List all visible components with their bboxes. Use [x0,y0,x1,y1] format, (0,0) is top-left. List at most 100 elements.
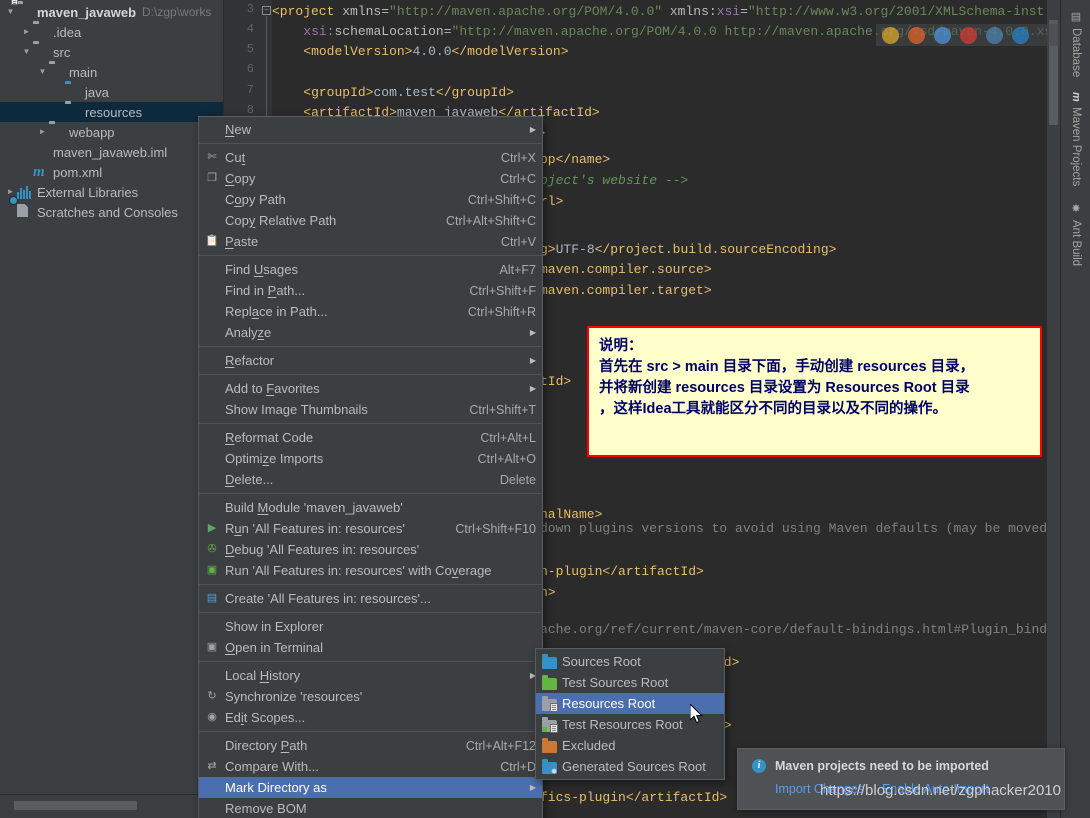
menu-item-shortcut: Ctrl+Shift+T [469,402,536,417]
chevron-down-icon[interactable]: ▼ [20,42,33,62]
tree-row-scratches-and-consoles[interactable]: ▸ Scratches and Consoles [0,196,223,222]
code-line: n-plugin</artifactId> [540,562,704,583]
project-tree-horizontal-scrollbar[interactable] [0,794,224,818]
menu-item-edit-scopes[interactable]: ◉ Edit Scopes... [199,707,542,728]
menu-item-show-in-explorer[interactable]: Show in Explorer [199,616,542,637]
menu-item-label: Build Module 'maven_javaweb' [225,500,403,515]
chevron-right-icon: ▶ [529,384,536,393]
right-tab-ant-build[interactable]: ✸ Ant Build [1061,196,1090,272]
menu-item-delete[interactable]: Delete... Delete [199,469,542,490]
menu-item-add-to-favorites[interactable]: Add to Favorites ▶ [199,378,542,399]
tree-indent-spacer: ▸ [52,82,65,102]
code-token: maven.compiler.source> [540,262,712,277]
menu-item-open-in-terminal[interactable]: ▣ Open in Terminal [199,637,542,658]
chevron-down-icon[interactable]: ▼ [36,62,49,82]
firefox-icon[interactable] [908,26,925,44]
right-tab-database[interactable]: ▤ Database [1061,4,1090,83]
safari-icon[interactable] [934,26,951,44]
tree-row-maven-javaweb[interactable]: ▼ maven_javaweb D:\zgp\works [0,0,223,22]
menu-item-build-module-maven-javaweb[interactable]: Build Module 'maven_javaweb' [199,497,542,518]
menu-item-shortcut: Ctrl+Shift+F [469,283,536,298]
submenu-item-excluded[interactable]: Excluded [536,735,724,756]
menu-item-refactor[interactable]: Refactor ▶ [199,350,542,371]
folder-gray-icon [49,64,65,80]
menu-item-label: Run 'All Features in: resources' with Co… [225,563,492,578]
folder-green-icon [536,675,562,690]
code-token: </project.build.sourceEncoding> [594,242,837,257]
code-token: rl> [540,194,564,209]
tree-row-java[interactable]: ▸ java [0,82,223,102]
right-tool-strip[interactable]: ▤ Database m Maven Projects ✸ Ant Build [1060,0,1090,818]
folder-orange-icon [536,738,562,753]
menu-item-synchronize-resources[interactable]: ↻ Synchronize 'resources' [199,686,542,707]
tree-row-pom-xml[interactable]: ▸m pom.xml [0,162,223,182]
menu-item-run-all-features-in-resources-with-coverage[interactable]: ▣ Run 'All Features in: resources' with C… [199,560,542,581]
code-token: down plugins versions to avoid using Mav… [540,521,1048,536]
menu-item-copy-relative-path[interactable]: Copy Relative Path Ctrl+Alt+Shift+C [199,210,542,231]
menu-item-create-all-features-in-resources[interactable]: ▤ Create 'All Features in: resources'... [199,588,542,609]
submenu-item-test-sources-root[interactable]: Test Sources Root [536,672,724,693]
chevron-right-icon[interactable]: ► [36,122,49,142]
context-menu[interactable]: New ▶ ✄ Cut Ctrl+X ❐ Copy Ctrl+C Copy Path Ctrl+S… [198,116,543,818]
maven-import-notification[interactable]: i Maven projects need to be imported Imp… [737,748,1065,810]
tree-row--idea[interactable]: ► .idea [0,22,223,42]
internet-explorer-icon[interactable] [986,26,1003,44]
chrome-icon[interactable] [882,26,899,44]
folder-generated-icon: ✸ [536,759,562,776]
menu-item-optimize-imports[interactable]: Optimize Imports Ctrl+Alt+O [199,448,542,469]
tree-row-maven-javaweb-iml[interactable]: ▸ maven_javaweb.iml [0,142,223,162]
menu-item-replace-in-path[interactable]: Replace in Path... Ctrl+Shift+R [199,301,542,322]
chevron-right-icon[interactable]: ► [20,22,33,42]
chevron-down-icon[interactable]: ▼ [4,2,17,22]
menu-item-remove-bom[interactable]: Remove BOM [199,798,542,818]
open-in-browser-toolbar[interactable] [876,24,1066,46]
code-token: fics-plugin</artifactId> [540,790,728,805]
folder-gray-icon [65,104,81,120]
menu-item-label: Copy Relative Path [225,213,337,228]
menu-item-cut[interactable]: ✄ Cut Ctrl+X [199,147,542,168]
menu-item-local-history[interactable]: Local History ▶ [199,665,542,686]
fold-collapse-icon[interactable]: − [262,6,271,15]
menu-separator [199,143,542,144]
project-tool-window[interactable]: ▼ maven_javaweb D:\zgp\works ► .idea ▼ src ▼ mai… [0,0,224,794]
menu-item-compare-with[interactable]: ⇄ Compare With... Ctrl+D [199,756,542,777]
submenu-item-sources-root[interactable]: Sources Root [536,651,724,672]
menu-item-paste[interactable]: 📋 Paste Ctrl+V [199,231,542,252]
edge-icon[interactable] [1012,26,1029,44]
code-line: ache.org/ref/current/maven-core/default-… [540,620,1060,641]
tree-row-external-libraries[interactable]: ► External Libraries [0,182,223,202]
tree-row-webapp[interactable]: ► webapp [0,122,223,142]
tree-row-main[interactable]: ▼ main [0,62,223,82]
menu-item-mark-directory-as[interactable]: Mark Directory as ▶ [199,777,542,798]
menu-item-label: Analyze [225,325,272,340]
menu-separator [199,584,542,585]
code-line: <project xmlns="http://maven.apache.org/… [272,2,1044,23]
menu-item-debug-all-features-in-resources[interactable]: ✇ Debug 'All Features in: resources' [199,539,542,560]
menu-item-label: Edit Scopes... [225,710,306,725]
submenu-item-label: Sources Root [562,654,641,669]
scrollbar-thumb[interactable] [14,801,137,810]
tree-item-label: maven_javaweb [37,4,137,20]
right-tab-maven-projects[interactable]: m Maven Projects [1061,86,1090,192]
menu-item-copy[interactable]: ❐ Copy Ctrl+C [199,168,542,189]
mouse-cursor [690,704,703,724]
opera-icon[interactable] [960,26,977,44]
menu-item-find-in-path[interactable]: Find in Path... Ctrl+Shift+F [199,280,542,301]
submenu-item-generated-sources-root[interactable]: ✸ Generated Sources Root [536,756,724,777]
menu-item-directory-path[interactable]: Directory Path Ctrl+Alt+F12 [199,735,542,756]
tree-row-resources[interactable]: ▸ resources [0,102,223,122]
code-token: tId> [540,374,572,389]
editor-vertical-scrollbar[interactable] [1047,0,1060,818]
menu-item-run-all-features-in-resources[interactable]: ▶ Run 'All Features in: resources' Ctrl+Sh… [199,518,542,539]
menu-item-label: Copy [225,171,256,186]
menu-item-copy-path[interactable]: Copy Path Ctrl+Shift+C [199,189,542,210]
menu-item-find-usages[interactable]: Find Usages Alt+F7 [199,259,542,280]
code-token: <project [272,4,343,19]
menu-item-label: Open in Terminal [225,640,324,655]
menu-item-reformat-code[interactable]: Reformat Code Ctrl+Alt+L [199,427,542,448]
menu-item-new[interactable]: New ▶ [199,119,542,140]
tree-row-src[interactable]: ▼ src [0,42,223,62]
code-line: g>UTF-8</project.build.sourceEncoding> [540,240,836,261]
menu-item-show-image-thumbnails[interactable]: Show Image Thumbnails Ctrl+Shift+T [199,399,542,420]
menu-item-analyze[interactable]: Analyze ▶ [199,322,542,343]
